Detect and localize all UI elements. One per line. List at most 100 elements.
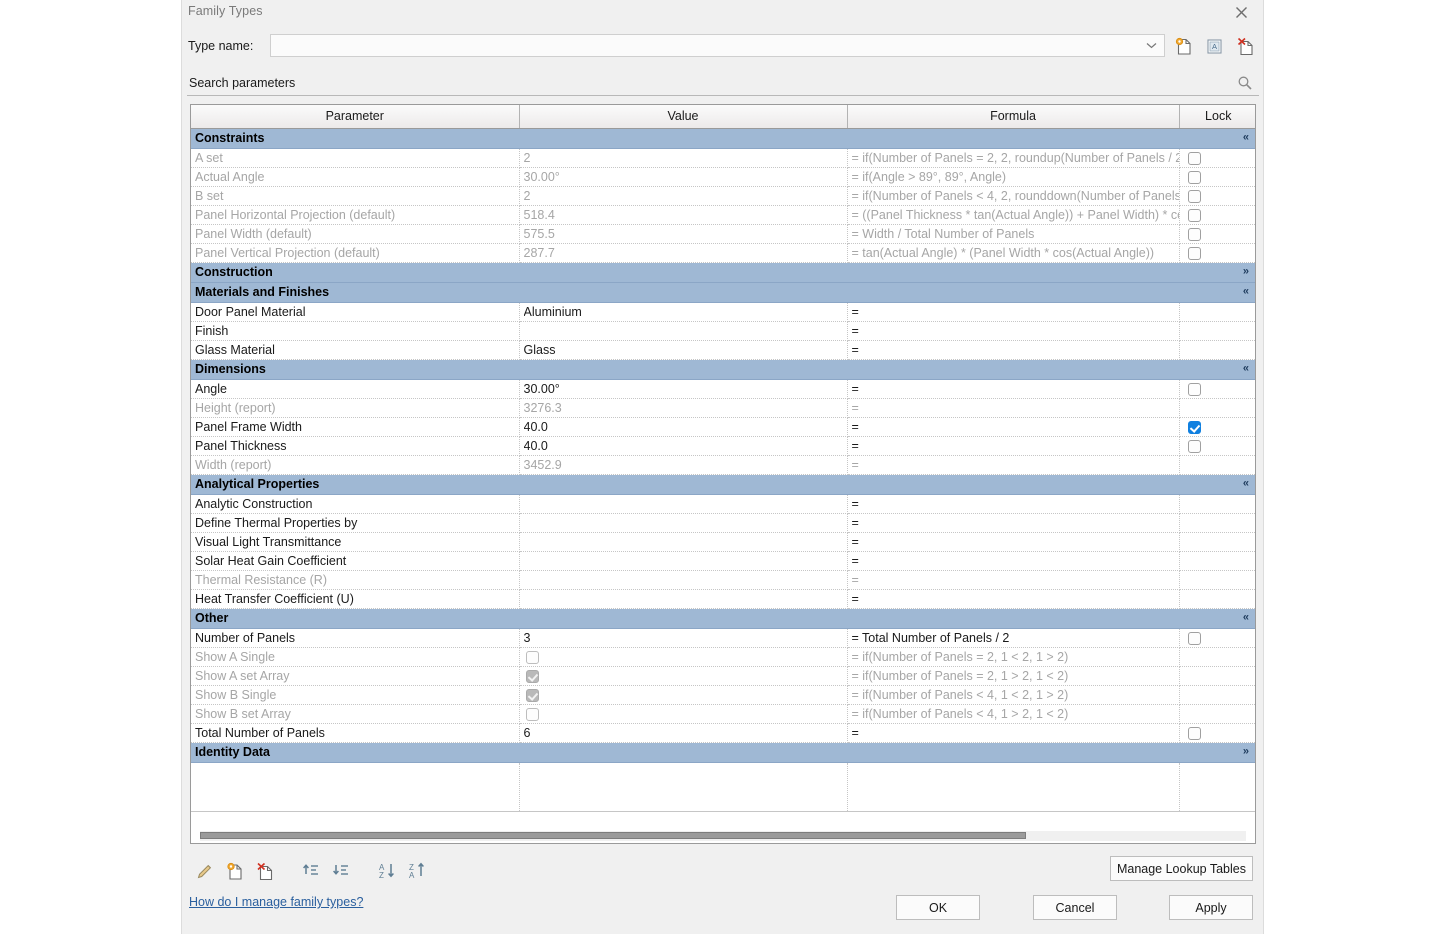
cell-lock[interactable] <box>1179 243 1256 262</box>
cell-lock[interactable] <box>1179 513 1256 532</box>
table-row[interactable]: Thermal Resistance (R) = <box>191 570 1256 589</box>
cell-formula[interactable]: = <box>847 321 1179 340</box>
cell-lock[interactable] <box>1179 148 1256 167</box>
cell-value[interactable] <box>519 494 847 513</box>
cell-parameter[interactable]: Analytic Construction <box>191 494 519 513</box>
column-header-formula[interactable]: Formula <box>847 105 1179 128</box>
cell-value[interactable]: Glass <box>519 340 847 359</box>
cell-formula[interactable]: = <box>847 398 1179 417</box>
rename-type-icon[interactable]: A <box>1200 32 1228 60</box>
cell-parameter[interactable]: Panel Frame Width <box>191 417 519 436</box>
move-up-icon[interactable] <box>296 856 326 886</box>
cell-formula[interactable]: = <box>847 532 1179 551</box>
section-toggle-chevron-icon[interactable]: » <box>1243 747 1249 758</box>
section-toggle-chevron-icon[interactable]: « <box>1243 613 1249 624</box>
cell-value[interactable] <box>519 321 847 340</box>
table-row[interactable]: Analytic Construction = <box>191 494 1256 513</box>
section-header[interactable]: Identity Data» <box>191 742 1256 762</box>
parameters-table-container[interactable]: Parameter Value Formula Lock Constraints… <box>190 104 1256 844</box>
lock-checkbox[interactable] <box>1188 383 1201 396</box>
search-input[interactable] <box>187 71 1222 94</box>
cell-value[interactable]: Aluminium <box>519 302 847 321</box>
cell-formula[interactable]: = if(Angle > 89°, 89°, Angle) <box>847 167 1179 186</box>
section-header[interactable]: Constraints« <box>191 128 1256 148</box>
section-toggle-chevron-icon[interactable]: « <box>1243 133 1249 144</box>
table-row[interactable]: Glass MaterialGlass= <box>191 340 1256 359</box>
cell-parameter[interactable]: Thermal Resistance (R) <box>191 570 519 589</box>
cell-value[interactable]: 30.00° <box>519 379 847 398</box>
section-header[interactable]: Materials and Finishes« <box>191 282 1256 302</box>
section-header-cell[interactable]: Construction» <box>191 262 1256 282</box>
cell-formula[interactable]: = <box>847 723 1179 742</box>
cell-lock[interactable] <box>1179 532 1256 551</box>
cell-parameter[interactable]: Heat Transfer Coefficient (U) <box>191 589 519 608</box>
cell-lock[interactable] <box>1179 340 1256 359</box>
column-header-lock[interactable]: Lock <box>1179 105 1256 128</box>
column-header-value[interactable]: Value <box>519 105 847 128</box>
cell-parameter[interactable]: Panel Thickness <box>191 436 519 455</box>
horizontal-scrollbar[interactable] <box>200 831 1246 841</box>
cell-value[interactable]: 3452.9 <box>519 455 847 474</box>
table-row[interactable]: Panel Vertical Projection (default)287.7… <box>191 243 1256 262</box>
cell-lock[interactable] <box>1179 494 1256 513</box>
cell-formula[interactable]: = if(Number of Panels = 2, 1 < 2, 1 > 2) <box>847 647 1179 666</box>
cell-formula[interactable]: = tan(Actual Angle) * (Panel Width * cos… <box>847 243 1179 262</box>
cancel-button[interactable]: Cancel <box>1033 895 1117 920</box>
new-type-icon[interactable] <box>1169 32 1197 60</box>
cell-lock[interactable] <box>1179 302 1256 321</box>
cell-value[interactable] <box>519 666 847 685</box>
cell-formula[interactable]: = Total Number of Panels / 2 <box>847 628 1179 647</box>
cell-formula[interactable]: = <box>847 570 1179 589</box>
lock-checkbox[interactable] <box>1188 171 1201 184</box>
new-parameter-icon[interactable] <box>220 856 250 886</box>
cell-formula[interactable]: = <box>847 551 1179 570</box>
move-down-icon[interactable] <box>326 856 356 886</box>
cell-value[interactable]: 6 <box>519 723 847 742</box>
cell-value[interactable] <box>519 704 847 723</box>
delete-type-icon[interactable] <box>1231 32 1259 60</box>
cell-lock[interactable] <box>1179 589 1256 608</box>
cell-value[interactable]: 575.5 <box>519 224 847 243</box>
cell-lock[interactable] <box>1179 666 1256 685</box>
cell-lock[interactable] <box>1179 647 1256 666</box>
cell-value[interactable] <box>519 532 847 551</box>
cell-parameter[interactable]: Glass Material <box>191 340 519 359</box>
table-row[interactable]: A set2= if(Number of Panels = 2, 2, roun… <box>191 148 1256 167</box>
cell-parameter[interactable]: Door Panel Material <box>191 302 519 321</box>
cell-parameter[interactable]: Define Thermal Properties by <box>191 513 519 532</box>
cell-lock[interactable] <box>1179 551 1256 570</box>
cell-lock[interactable] <box>1179 436 1256 455</box>
cell-formula[interactable]: = <box>847 436 1179 455</box>
cell-parameter[interactable]: Panel Vertical Projection (default) <box>191 243 519 262</box>
cell-lock[interactable] <box>1179 224 1256 243</box>
cell-value[interactable]: 40.0 <box>519 436 847 455</box>
cell-formula[interactable]: = <box>847 302 1179 321</box>
cell-parameter[interactable]: Number of Panels <box>191 628 519 647</box>
lock-checkbox[interactable] <box>1188 247 1201 260</box>
cell-value[interactable]: 2 <box>519 148 847 167</box>
close-icon[interactable] <box>1223 0 1259 24</box>
lock-checkbox[interactable] <box>1188 421 1201 434</box>
cell-formula[interactable]: = <box>847 589 1179 608</box>
cell-parameter[interactable]: Finish <box>191 321 519 340</box>
cell-formula[interactable]: = if(Number of Panels < 4, 1 > 2, 1 < 2) <box>847 704 1179 723</box>
cell-lock[interactable] <box>1179 455 1256 474</box>
cell-formula[interactable]: = <box>847 379 1179 398</box>
column-header-parameter[interactable]: Parameter <box>191 105 519 128</box>
table-row[interactable]: Heat Transfer Coefficient (U) = <box>191 589 1256 608</box>
cell-value[interactable]: 3276.3 <box>519 398 847 417</box>
table-row[interactable]: Visual Light Transmittance = <box>191 532 1256 551</box>
help-link[interactable]: How do I manage family types? <box>189 895 363 909</box>
section-header-cell[interactable]: Dimensions« <box>191 359 1256 379</box>
section-header-cell[interactable]: Materials and Finishes« <box>191 282 1256 302</box>
cell-lock[interactable] <box>1179 379 1256 398</box>
section-header[interactable]: Dimensions« <box>191 359 1256 379</box>
cell-formula[interactable]: = <box>847 494 1179 513</box>
ok-button[interactable]: OK <box>896 895 980 920</box>
cell-lock[interactable] <box>1179 723 1256 742</box>
table-row[interactable]: Angle30.00°= <box>191 379 1256 398</box>
table-row[interactable]: Solar Heat Gain Coefficient= <box>191 551 1256 570</box>
cell-parameter[interactable]: Width (report) <box>191 455 519 474</box>
cell-parameter[interactable]: B set <box>191 186 519 205</box>
cell-parameter[interactable]: Visual Light Transmittance <box>191 532 519 551</box>
